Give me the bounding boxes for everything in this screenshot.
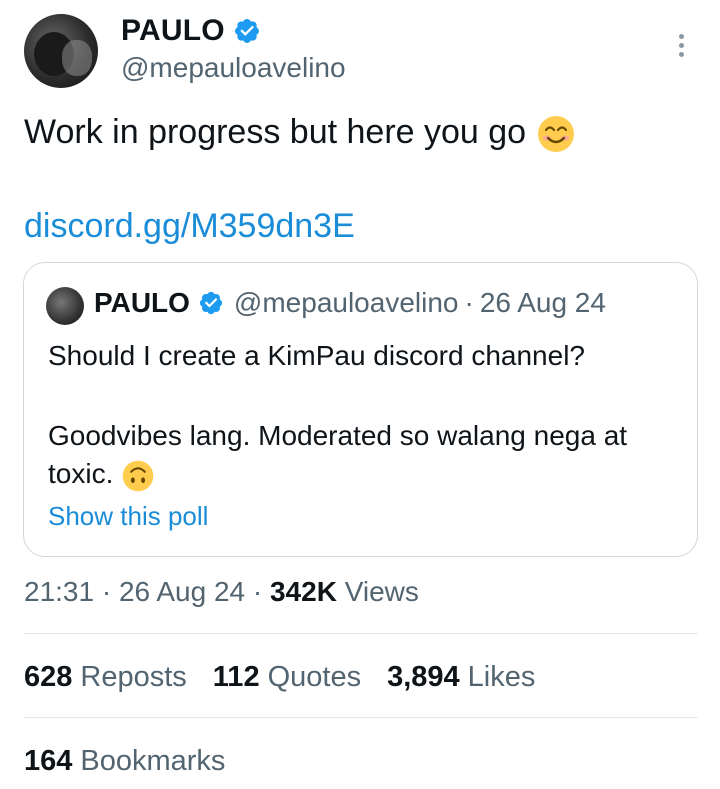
quoted-tweet-date[interactable]: 26 Aug 24 (480, 287, 606, 319)
quoted-tweet-card[interactable]: PAULO @mepauloavelino · 26 Aug 24 Should… (23, 262, 698, 557)
quoted-tweet-line2: Goodvibes lang. Moderated so walang nega… (48, 417, 688, 493)
smiling-face-emoji-icon (537, 116, 574, 153)
more-options-icon[interactable] (676, 34, 686, 60)
likes-count: 3,894 (387, 661, 460, 693)
tweet-time[interactable]: 21:31 (24, 576, 94, 607)
separator-dot: · (101, 576, 112, 607)
divider (24, 717, 698, 718)
quotes-count: 112 (212, 661, 260, 693)
author-name[interactable]: PAULO (121, 14, 225, 48)
upside-down-face-emoji-icon (122, 460, 154, 491)
author-handle[interactable]: @mepauloavelino (121, 52, 346, 84)
tweet-text: Work in progress but here you go (24, 112, 576, 154)
likes-label: Likes (467, 661, 536, 693)
quoted-author-avatar[interactable] (46, 287, 84, 325)
separator-dot: · (252, 576, 263, 607)
quoted-tweet-line1: Should I create a KimPau discord channel… (48, 340, 585, 371)
quotes-label: Quotes (267, 661, 362, 693)
reposts-label: Reposts (80, 661, 187, 693)
likes-stat[interactable]: 3,894 Likes (387, 661, 535, 694)
engagement-stats: 628 Reposts 112 Quotes 3,894 Likes (24, 661, 535, 694)
tweet-text-content: Work in progress but here you go (24, 113, 527, 151)
views-count: 342K (269, 576, 337, 607)
separator-dot: · (464, 287, 474, 318)
bookmarks-label: Bookmarks (80, 745, 226, 777)
author-avatar[interactable] (24, 14, 98, 88)
show-poll-link[interactable]: Show this poll (48, 501, 208, 532)
author-name-row[interactable]: PAULO (121, 14, 261, 48)
verified-badge-icon (234, 19, 259, 43)
divider (24, 633, 698, 634)
verified-badge-icon (199, 291, 223, 315)
views-label: Views (344, 576, 419, 607)
quotes-stat[interactable]: 112 Quotes (213, 661, 361, 694)
reposts-count: 628 (24, 661, 73, 693)
bookmarks-stat[interactable]: 164 Bookmarks (24, 745, 225, 778)
quoted-author-handle[interactable]: @mepauloavelino (234, 287, 459, 319)
discord-link[interactable]: discord.gg/M359dn3E (24, 206, 355, 246)
bookmarks-count: 164 (24, 745, 73, 777)
reposts-stat[interactable]: 628 Reposts (24, 661, 187, 694)
tweet-date[interactable]: 26 Aug 24 (119, 576, 245, 607)
avatar-highlight (62, 40, 92, 76)
quoted-author-name[interactable]: PAULO (94, 287, 190, 319)
tweet-meta: 21:31 · 26 Aug 24 · 342K Views (24, 576, 419, 608)
quoted-tweet-header: PAULO @mepauloavelino · 26 Aug 24 (94, 287, 606, 319)
